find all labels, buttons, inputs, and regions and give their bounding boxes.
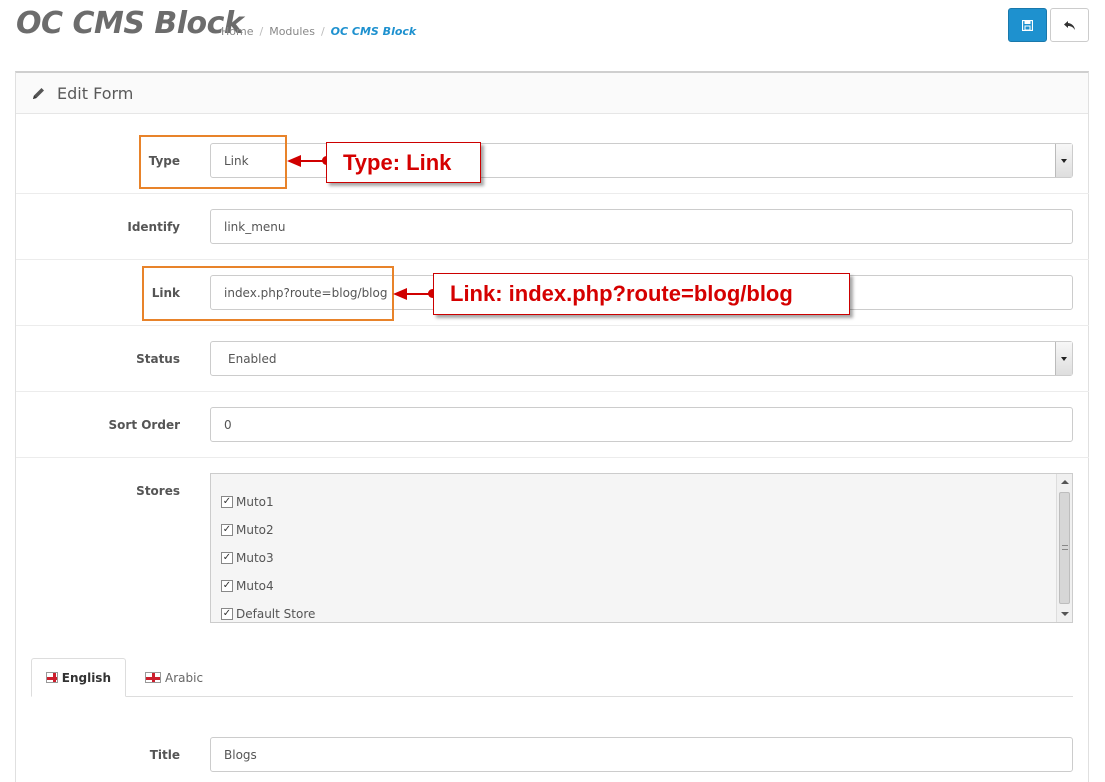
tab-arabic-label: Arabic xyxy=(165,670,204,685)
store-name: Default Store xyxy=(236,607,316,621)
breadcrumb: Home / Modules / OC CMS Block xyxy=(221,25,416,38)
title-input-value: Blogs xyxy=(224,747,257,762)
row-divider xyxy=(16,457,1089,458)
panel-heading: Edit Form xyxy=(16,73,1088,114)
store-item[interactable]: ✓ Muto3 xyxy=(221,551,274,565)
store-name: Muto1 xyxy=(236,495,274,509)
page-title: OC CMS Block xyxy=(16,6,244,41)
status-label: Status xyxy=(136,352,180,366)
tab-english[interactable]: English xyxy=(31,658,126,697)
row-divider xyxy=(16,259,1089,260)
breadcrumb-separator: / xyxy=(320,25,325,38)
store-name: Muto3 xyxy=(236,551,274,565)
language-tabs: English Arabic xyxy=(31,658,1073,697)
row-divider xyxy=(16,193,1089,194)
title-label: Title xyxy=(149,748,180,762)
tab-english-label: English xyxy=(61,670,111,685)
chevron-down-icon xyxy=(1055,342,1072,375)
store-name: Muto2 xyxy=(236,523,274,537)
checkbox-checked[interactable]: ✓ xyxy=(221,608,233,620)
store-item[interactable]: ✓ Muto4 xyxy=(221,579,274,593)
store-item[interactable]: ✓ Muto2 xyxy=(221,523,274,537)
identify-input[interactable]: link_menu xyxy=(210,209,1073,244)
scroll-down-icon[interactable] xyxy=(1061,612,1069,616)
breadcrumb-current[interactable]: OC CMS Block xyxy=(331,25,417,38)
sort-order-input[interactable]: 0 xyxy=(210,407,1073,442)
type-arrow-head xyxy=(287,155,301,167)
pencil-icon xyxy=(32,87,45,100)
chevron-down-icon xyxy=(1055,144,1072,177)
checkbox-checked[interactable]: ✓ xyxy=(221,552,233,564)
title-input[interactable]: Blogs xyxy=(210,737,1073,772)
save-button[interactable] xyxy=(1008,8,1047,42)
row-divider xyxy=(16,325,1089,326)
scroll-up-icon[interactable] xyxy=(1061,480,1069,484)
panel-title: Edit Form xyxy=(57,83,134,103)
sort-order-label: Sort Order xyxy=(108,418,180,432)
status-select[interactable]: Enabled xyxy=(210,341,1073,376)
stores-scrollbar[interactable] xyxy=(1056,474,1072,622)
type-highlight-box xyxy=(139,135,287,189)
uk-flag-icon xyxy=(145,672,161,683)
breadcrumb-separator: / xyxy=(259,25,264,38)
checkbox-checked[interactable]: ✓ xyxy=(221,524,233,536)
status-select-value: Enabled xyxy=(228,351,277,366)
uk-flag-icon xyxy=(46,672,58,683)
link-arrow-head xyxy=(393,288,407,300)
store-name: Muto4 xyxy=(236,579,274,593)
identify-label: Identify xyxy=(127,220,180,234)
reply-icon xyxy=(1063,20,1076,31)
breadcrumb-home[interactable]: Home xyxy=(221,25,253,38)
store-item[interactable]: ✓ Muto1 xyxy=(221,495,274,509)
type-callout: Type: Link xyxy=(326,142,481,183)
save-icon xyxy=(1022,19,1033,31)
store-item[interactable]: ✓ Default Store xyxy=(221,607,315,621)
breadcrumb-modules[interactable]: Modules xyxy=(269,25,315,38)
checkbox-checked[interactable]: ✓ xyxy=(221,496,233,508)
stores-label: Stores xyxy=(136,484,180,498)
sort-order-input-value: 0 xyxy=(224,417,232,432)
grip-icon xyxy=(1062,545,1068,550)
back-button[interactable] xyxy=(1050,8,1089,42)
row-divider xyxy=(16,391,1089,392)
identify-input-value: link_menu xyxy=(224,219,286,234)
stores-list[interactable]: ✓ Muto1 ✓ Muto2 ✓ Muto3 ✓ Muto4 ✓ Defaul… xyxy=(210,473,1073,623)
checkbox-checked[interactable]: ✓ xyxy=(221,580,233,592)
link-callout: Link: index.php?route=blog/blog xyxy=(433,273,850,315)
link-highlight-box xyxy=(142,266,394,321)
tab-arabic[interactable]: Arabic xyxy=(131,658,217,697)
